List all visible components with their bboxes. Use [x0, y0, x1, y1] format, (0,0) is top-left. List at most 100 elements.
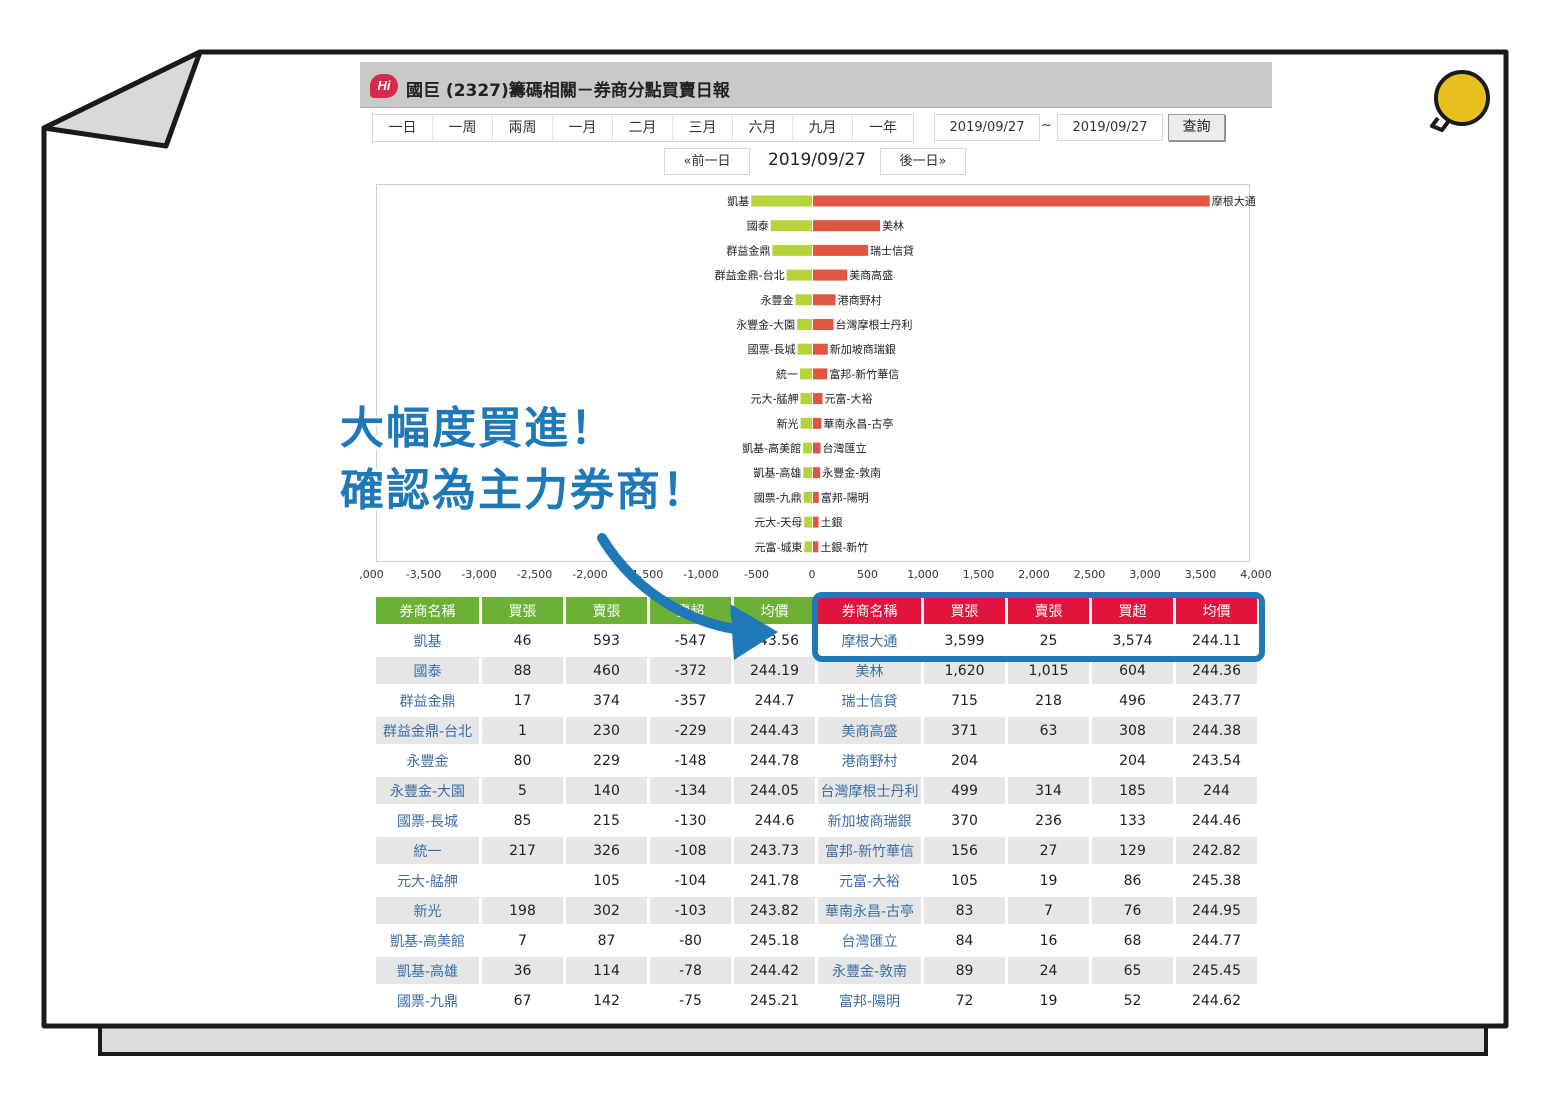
sell-bar-label: 元大-艋舺 [750, 392, 798, 406]
seller-row: 凱基-高雄 36 114 -78 244.42 [376, 957, 815, 984]
table-cell: 52 [1092, 987, 1173, 1014]
sell-bar [804, 541, 812, 553]
table-cell: 245.45 [1176, 957, 1257, 984]
col-broker-name[interactable]: 券商名稱 [376, 597, 479, 624]
annotation-line1: 大幅度買進！ [340, 403, 616, 454]
table-cell: 65 [1092, 957, 1173, 984]
table-cell: 63 [1008, 717, 1089, 744]
x-tick-label: -1,500 [628, 568, 663, 581]
buy-bar [813, 541, 819, 553]
x-tick-label: 2,500 [1074, 568, 1106, 581]
broker-link[interactable]: 美商高盛 [818, 717, 921, 744]
table-cell: 85 [482, 807, 563, 834]
broker-link[interactable]: 凱基-高美館 [376, 927, 479, 954]
table-cell: -357 [650, 687, 731, 714]
col-net-sell[interactable]: 賣超 [650, 597, 731, 624]
table-cell: 217 [482, 837, 563, 864]
buy-bar-label: 港商野村 [838, 293, 882, 307]
broker-link[interactable]: 國泰 [376, 657, 479, 684]
table-cell: 593 [566, 627, 647, 654]
table-cell: 198 [482, 897, 563, 924]
broker-link[interactable]: 永豐金-大園 [376, 777, 479, 804]
table-cell: -547 [650, 627, 731, 654]
broker-link[interactable]: 瑞士信貸 [818, 687, 921, 714]
broker-link[interactable]: 凱基-高雄 [376, 957, 479, 984]
broker-link[interactable]: 群益金鼎-台北 [376, 717, 479, 744]
sell-bar-label: 元大-天母 [754, 515, 802, 529]
table-cell: 1 [482, 717, 563, 744]
sell-bar-label: 凱基 [727, 195, 749, 208]
broker-link[interactable]: 華南永昌-古亭 [818, 897, 921, 924]
table-cell: 244.46 [1176, 807, 1257, 834]
broker-link[interactable]: 港商野村 [818, 747, 921, 774]
seller-row: 凱基 46 593 -547 243.56 [376, 627, 815, 654]
table-cell: 244.95 [1176, 897, 1257, 924]
x-tick-label: 500 [857, 568, 878, 581]
table-cell: 133 [1092, 807, 1173, 834]
broker-link[interactable]: 元富-大裕 [818, 867, 921, 894]
buyer-row: 台灣匯立 84 16 68 244.77 [818, 927, 1257, 954]
col-avg-price[interactable]: 均價 [734, 597, 815, 624]
table-cell: 185 [1092, 777, 1173, 804]
table-cell [482, 867, 563, 894]
table-cell: 302 [566, 897, 647, 924]
table-cell: 229 [566, 747, 647, 774]
broker-link[interactable]: 凱基 [376, 627, 479, 654]
table-cell: -148 [650, 747, 731, 774]
broker-link[interactable]: 國票-九鼎 [376, 987, 479, 1014]
table-cell: 7 [1008, 897, 1089, 924]
lightbulb-icon [1430, 70, 1490, 132]
table-cell: 715 [924, 687, 1005, 714]
col-sell[interactable]: 賣張 [566, 597, 647, 624]
broker-link[interactable]: 永豐金-敦南 [818, 957, 921, 984]
table-cell: 244.43 [734, 717, 815, 744]
table-cell: 19 [1008, 867, 1089, 894]
x-tick-label: 1,500 [963, 568, 995, 581]
broker-link[interactable]: 富邦-新竹華信 [818, 837, 921, 864]
highlight-box [812, 592, 1265, 662]
broker-link[interactable]: 台灣匯立 [818, 927, 921, 954]
sell-bar [803, 467, 812, 479]
broker-link[interactable]: 群益金鼎 [376, 687, 479, 714]
table-cell: 244.42 [734, 957, 815, 984]
table-cell: 204 [1092, 747, 1173, 774]
buy-bar [813, 319, 834, 330]
table-cell: 83 [924, 897, 1005, 924]
buy-bar-label: 華南永昌-古亭 [823, 416, 893, 430]
broker-link[interactable]: 統一 [376, 837, 479, 864]
table-cell: 114 [566, 957, 647, 984]
annotation-line2: 確認為主力券商！ [340, 465, 708, 516]
col-buy[interactable]: 買張 [482, 597, 563, 624]
buy-bar [813, 294, 836, 306]
broker-link[interactable]: 國票-長城 [376, 807, 479, 834]
seller-row: 國泰 88 460 -372 244.19 [376, 657, 815, 684]
buy-bar [813, 417, 822, 429]
table-cell: 371 [924, 717, 1005, 744]
broker-link[interactable]: 新光 [376, 897, 479, 924]
buyer-row: 台灣摩根士丹利 499 314 185 244 [818, 777, 1257, 804]
table-cell: 215 [566, 807, 647, 834]
table-cell: 245.21 [734, 987, 815, 1014]
seller-row: 國票-長城 85 215 -130 244.6 [376, 807, 815, 834]
broker-link[interactable]: 新加坡商瑞銀 [818, 807, 921, 834]
table-cell: 244.78 [734, 747, 815, 774]
table-cell: 80 [482, 747, 563, 774]
x-tick-label: -2,000 [572, 568, 607, 581]
annotation-text: 大幅度買進！ 確認為主力券商！ [340, 398, 708, 522]
buyer-row: 新加坡商瑞銀 370 236 133 244.46 [818, 807, 1257, 834]
table-cell: 72 [924, 987, 1005, 1014]
table-cell: -104 [650, 867, 731, 894]
table-cell: 496 [1092, 687, 1173, 714]
buyer-row: 華南永昌-古亭 83 7 76 244.95 [818, 897, 1257, 924]
x-tick-label: 4,000 [360, 568, 384, 581]
sell-bar-label: 國票-九鼎 [754, 491, 802, 504]
table-cell: 244.6 [734, 807, 815, 834]
broker-link[interactable]: 永豐金 [376, 747, 479, 774]
broker-link[interactable]: 元大-艋舺 [376, 867, 479, 894]
broker-link[interactable]: 台灣摩根士丹利 [818, 777, 921, 804]
buyer-row: 美商高盛 371 63 308 244.38 [818, 717, 1257, 744]
table-cell: 308 [1092, 717, 1173, 744]
sell-bar [803, 491, 812, 503]
broker-link[interactable]: 富邦-陽明 [818, 987, 921, 1014]
table-cell: 326 [566, 837, 647, 864]
